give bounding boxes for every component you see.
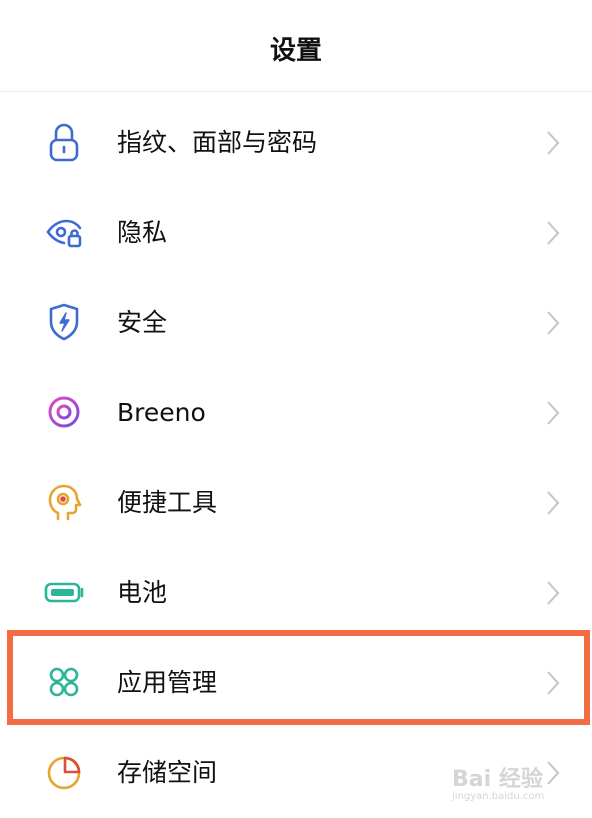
settings-item-label: Breeno [117, 398, 206, 427]
settings-item-breeno[interactable]: Breeno [0, 368, 592, 458]
chevron-right-icon [546, 580, 560, 606]
storage-pie-icon [44, 750, 84, 794]
header-bar: 设置 [0, 0, 592, 92]
chevron-right-icon [546, 130, 560, 156]
chevron-right-icon [546, 490, 560, 516]
watermark-text: Bai 经验 [452, 767, 543, 792]
chevron-right-icon [546, 400, 560, 426]
lock-icon [44, 120, 84, 164]
settings-item-app-management[interactable]: 应用管理 [0, 638, 592, 728]
chevron-right-icon [546, 220, 560, 246]
page-title: 设置 [269, 36, 322, 66]
settings-item-label: 便捷工具 [117, 488, 218, 517]
chevron-right-icon [546, 670, 560, 696]
settings-item-label: 隐私 [117, 218, 168, 247]
breeno-ring-icon [44, 390, 84, 434]
settings-item-label: 电池 [117, 578, 168, 607]
shield-icon [44, 300, 84, 344]
battery-icon [44, 570, 84, 614]
settings-item-label: 指纹、面部与密码 [117, 128, 318, 157]
settings-item-battery[interactable]: 电池 [0, 548, 592, 638]
watermark: Bai 经验 jingyan.baidu.com [452, 755, 588, 807]
settings-item-security[interactable]: 安全 [0, 278, 592, 368]
apps-grid-icon [44, 660, 84, 704]
settings-item-convenience-tools[interactable]: 便捷工具 [0, 458, 592, 548]
head-tool-icon [44, 480, 84, 524]
settings-item-fingerprint-face-password[interactable]: 指纹、面部与密码 [0, 98, 592, 188]
watermark-subtext: jingyan.baidu.com [452, 791, 545, 802]
settings-item-label: 存储空间 [117, 758, 218, 787]
privacy-eye-icon [44, 210, 84, 254]
chevron-right-icon [546, 310, 560, 336]
settings-item-privacy[interactable]: 隐私 [0, 188, 592, 278]
settings-item-label: 安全 [117, 308, 168, 337]
settings-item-label: 应用管理 [117, 668, 218, 697]
